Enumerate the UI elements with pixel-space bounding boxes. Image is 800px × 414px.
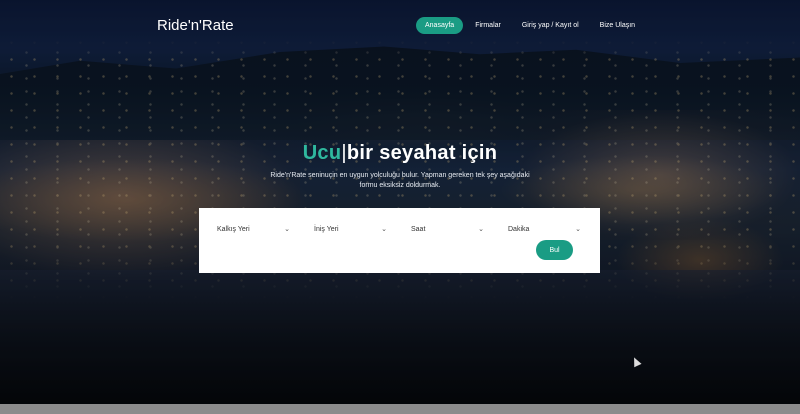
nav-item-contact[interactable]: Bize Ulaşın bbox=[591, 17, 644, 34]
departure-select-label: Kalkış Yeri bbox=[217, 225, 250, 233]
hero-title-typed-word: Ucu bbox=[302, 142, 342, 164]
chevron-down-icon: ⌄ bbox=[381, 226, 387, 233]
hour-select-label: Saat bbox=[411, 225, 426, 233]
chevron-down-icon: ⌄ bbox=[478, 226, 484, 233]
arrival-select[interactable]: İniş Yeri ⌄ bbox=[314, 222, 387, 236]
search-submit-button[interactable]: Bul bbox=[536, 240, 573, 260]
minute-select-label: Dakika bbox=[508, 225, 530, 233]
minute-select[interactable]: Dakika ⌄ bbox=[508, 222, 581, 236]
nav-item-anasayfa[interactable]: Anasayfa bbox=[416, 17, 464, 34]
top-nav: Anasayfa Firmalar Giriş yap / Kayıt ol B… bbox=[416, 17, 647, 34]
background-overlay bbox=[0, 0, 800, 404]
chevron-down-icon: ⌄ bbox=[284, 226, 290, 233]
hero-title-rest: bir seyahat için bbox=[346, 142, 498, 164]
nav-item-firmalar[interactable]: Firmalar bbox=[466, 17, 510, 34]
nav-item-login-register[interactable]: Giriş yap / Kayıt ol bbox=[513, 17, 588, 34]
hour-select[interactable]: Saat ⌄ bbox=[411, 222, 484, 236]
search-form: Kalkış Yeri ⌄ İniş Yeri ⌄ Saat ⌄ Dakika … bbox=[199, 208, 600, 273]
hero-background bbox=[0, 0, 800, 404]
brand-logo[interactable]: Ride'n'Rate bbox=[157, 17, 234, 34]
chevron-down-icon: ⌄ bbox=[575, 226, 581, 233]
departure-select[interactable]: Kalkış Yeri ⌄ bbox=[217, 222, 290, 236]
hero-subtitle: Ride'n'Rate seninuçin en uygun yolculuğu… bbox=[270, 172, 530, 189]
bottom-scrollbar[interactable] bbox=[0, 404, 800, 414]
hero-title: Ucu|bir seyahat için bbox=[0, 142, 800, 165]
arrival-select-label: İniş Yeri bbox=[314, 225, 339, 233]
